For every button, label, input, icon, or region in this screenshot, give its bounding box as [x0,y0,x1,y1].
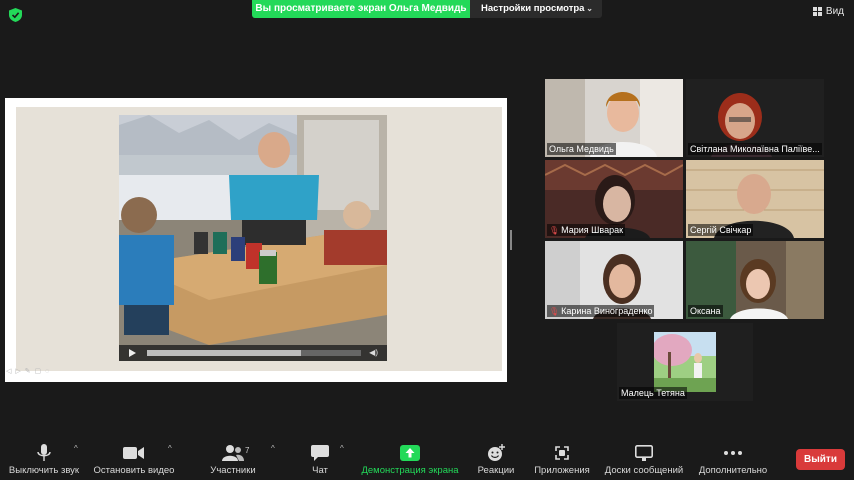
video-progress-bar[interactable] [147,350,361,356]
chevron-up-icon[interactable]: ^ [340,444,344,453]
participant-name: 🎙 Карина Винограденко [547,305,655,317]
reactions-icon [485,444,507,462]
mute-label: Выключить звук [8,465,80,476]
video-controls: ◀) [119,345,387,361]
chevron-down-icon: ⌄ [586,4,593,13]
stop-video-button[interactable]: ^ Остановить видео [90,436,178,480]
participants-count: 7 [245,446,250,455]
split-view-handle[interactable] [510,230,512,250]
video-progress-fill [147,350,302,356]
view-settings-label: Настройки просмотра [481,3,585,14]
more-button[interactable]: Дополнительно [694,436,772,480]
participant-tile[interactable]: Ольга Медвидь [545,79,683,157]
chevron-up-icon[interactable]: ^ [168,444,172,453]
apps-label: Приложения [534,465,590,476]
chat-icon [309,444,331,462]
whiteboards-button[interactable]: Доски сообщений [600,436,688,480]
participant-tile-active-speaker[interactable]: Оксана [686,241,824,319]
slide-toolbar-faint: ◁ ▷ ✎ ▢ ◌ [6,368,51,375]
participants-icon [222,444,244,462]
volume-icon[interactable]: ◀) [369,348,378,357]
leave-meeting-button[interactable]: Выйти [796,449,845,470]
chevron-up-icon[interactable]: ^ [74,444,78,453]
muted-mic-icon: 🎙 [549,226,560,235]
muted-mic-icon: 🎙 [549,307,560,316]
whiteboard-icon [633,444,655,462]
view-settings-dropdown[interactable]: Настройки просмотра ⌄ [470,0,602,18]
participant-name: Малець Тетяна [619,387,687,399]
play-icon[interactable] [129,349,136,357]
participant-tile[interactable]: Світлана Миколаївна Паліїве... [686,79,824,157]
stop-video-label: Остановить видео [93,465,175,476]
whiteboards-label: Доски сообщений [604,465,684,476]
participant-name: Ольга Медвидь [547,143,616,155]
video-frame-image [119,115,387,345]
participant-photo [654,332,716,392]
grid-icon [812,7,822,16]
shield-icon[interactable] [9,8,22,22]
chat-label: Чат [312,465,328,476]
participant-name: Сергій Свічкар [688,224,754,236]
reactions-button[interactable]: Реакции [474,436,518,480]
participant-name: Оксана [688,305,723,317]
apps-icon [551,444,573,462]
participant-tile[interactable]: Сергій Свічкар [686,160,824,238]
microphone-icon [33,444,55,462]
chevron-up-icon[interactable]: ^ [271,444,275,453]
more-icon [722,444,744,462]
share-screen-button[interactable]: Демонстрация экрана [358,436,462,480]
view-button[interactable]: Вид [812,6,844,17]
chat-button[interactable]: ^ Чат [298,436,344,480]
mute-button[interactable]: ^ Выключить звук [4,436,84,480]
participants-label: Участники [210,465,256,476]
view-button-label: Вид [825,6,844,17]
embedded-video[interactable]: ◀) [119,115,387,361]
meeting-toolbar: ^ Выключить звук ^ Остановить видео 7 ^ … [0,436,854,480]
participants-button[interactable]: 7 ^ Участники [200,436,274,480]
more-label: Дополнительно [698,465,768,476]
reactions-label: Реакции [477,465,515,476]
screen-share-banner: Вы просматриваете экран Ольга Медвидь [252,0,470,18]
participant-name: Світлана Миколаївна Паліїве... [688,143,822,155]
zoom-meeting-window: Вы просматриваете экран Ольга Медвидь На… [0,0,854,480]
participant-tile[interactable]: Малець Тетяна [617,323,753,401]
share-screen-label: Демонстрация экрана [361,465,459,476]
participant-tile[interactable]: 🎙 Мария Шварак [545,160,683,238]
camera-icon [123,444,145,462]
share-screen-icon [399,444,421,462]
participant-tile[interactable]: 🎙 Карина Винограденко [545,241,683,319]
participant-name: 🎙 Мария Шварак [547,224,626,236]
apps-button[interactable]: Приложения [531,436,593,480]
